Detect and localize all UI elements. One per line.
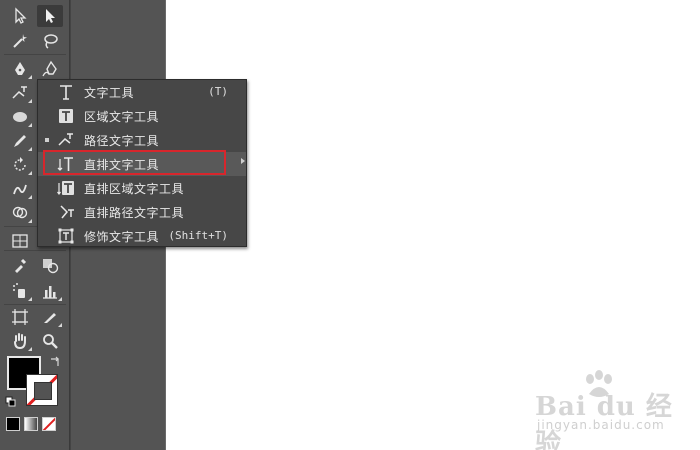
area-type-icon	[57, 107, 75, 125]
blend-icon	[43, 259, 59, 274]
direct-selection-tool[interactable]	[37, 5, 63, 27]
zoom-tool[interactable]	[37, 330, 63, 352]
menu-item-vertical-area-type-tool[interactable]: 直排区域文字工具	[38, 176, 246, 200]
menu-item-vertical-type-on-path-tool[interactable]: 直排路径文字工具	[38, 200, 246, 224]
menu-item-label: 文字工具	[84, 86, 135, 100]
shape-builder-tool[interactable]	[7, 202, 33, 224]
type-on-path-tool[interactable]	[7, 82, 33, 104]
artboard-tool[interactable]	[7, 306, 33, 328]
warp-icon	[13, 184, 27, 195]
blend-tool[interactable]	[37, 254, 63, 276]
perspective-grid-tool[interactable]	[7, 230, 33, 252]
touch-type-icon	[57, 227, 75, 245]
vertical-type-on-path-icon	[57, 203, 75, 221]
slice-tool[interactable]	[37, 306, 63, 328]
artboard-icon	[12, 309, 28, 325]
type-on-path-icon	[57, 131, 75, 149]
swap-colors-icon[interactable]	[49, 356, 61, 368]
pen-icon	[15, 62, 25, 75]
shape-builder-icon	[12, 206, 28, 219]
watermark-url: jingyan.baidu.com	[537, 418, 665, 432]
magic-wand-tool[interactable]	[7, 30, 33, 52]
default-colors-icon[interactable]	[5, 396, 17, 408]
baidu-jingyan-watermark: Bai du 经验 jingyan.baidu.com	[535, 370, 695, 450]
none-mode-button[interactable]	[42, 417, 56, 431]
flyout-tearoff-arrow-icon[interactable]	[241, 158, 245, 164]
menu-item-type-on-path-tool[interactable]: 路径文字工具	[38, 128, 246, 152]
type-on-path-icon	[12, 86, 27, 99]
separator	[4, 250, 66, 251]
menu-item-shortcut: (Shift+T)	[168, 229, 228, 242]
zoom-magnifier-icon	[43, 334, 58, 349]
symbol-sprayer-tool[interactable]	[7, 280, 33, 302]
perspective-grid-icon	[12, 234, 28, 248]
rotate-icon	[14, 157, 26, 171]
selection-tool[interactable]	[7, 5, 33, 27]
ellipse-tool[interactable]	[7, 106, 33, 128]
vertical-area-type-icon	[57, 179, 75, 197]
selection-arrow-icon	[46, 9, 55, 23]
curvature-pen-icon	[42, 60, 57, 77]
magic-wand-icon	[13, 34, 27, 48]
warp-tool[interactable]	[7, 178, 33, 200]
eyedropper-icon	[15, 258, 27, 273]
menu-item-label: 直排路径文字工具	[84, 206, 185, 220]
curvature-tool[interactable]	[37, 58, 63, 80]
color-mode-row	[6, 417, 56, 431]
eyedropper-tool[interactable]	[7, 254, 33, 276]
pen-tool[interactable]	[7, 58, 33, 80]
menu-item-type-tool[interactable]: 文字工具 (T)	[38, 80, 246, 104]
separator	[4, 54, 66, 55]
menu-item-label: 路径文字工具	[84, 134, 160, 148]
pencil-tool[interactable]	[7, 130, 33, 152]
menu-item-label: 区域文字工具	[84, 110, 160, 124]
pencil-icon	[14, 135, 26, 147]
annotation-highlight-box	[43, 150, 226, 175]
separator	[4, 304, 66, 305]
menu-item-touch-type-tool[interactable]: 修饰文字工具 (Shift+T)	[38, 224, 246, 248]
slice-knife-icon	[44, 313, 56, 323]
ellipse-icon	[13, 112, 27, 122]
gradient-mode-button[interactable]	[24, 417, 38, 431]
menu-item-label: 直排区域文字工具	[84, 182, 185, 196]
color-mode-button[interactable]	[6, 417, 20, 431]
symbol-sprayer-icon	[13, 283, 25, 298]
menu-item-area-type-tool[interactable]: 区域文字工具	[38, 104, 246, 128]
column-graph-icon	[43, 286, 57, 299]
column-graph-tool[interactable]	[37, 280, 63, 302]
lasso-icon	[44, 34, 58, 49]
direct-selection-icon	[15, 7, 27, 24]
hand-icon	[14, 333, 26, 350]
hand-tool[interactable]	[7, 330, 33, 352]
active-tool-indicator	[45, 138, 49, 142]
type-icon	[57, 83, 75, 101]
lasso-tool[interactable]	[37, 30, 63, 52]
rotate-tool[interactable]	[7, 154, 33, 176]
menu-item-label: 修饰文字工具	[84, 230, 160, 244]
stroke-color-swatch[interactable]	[26, 374, 58, 406]
menu-item-shortcut: (T)	[208, 85, 228, 98]
